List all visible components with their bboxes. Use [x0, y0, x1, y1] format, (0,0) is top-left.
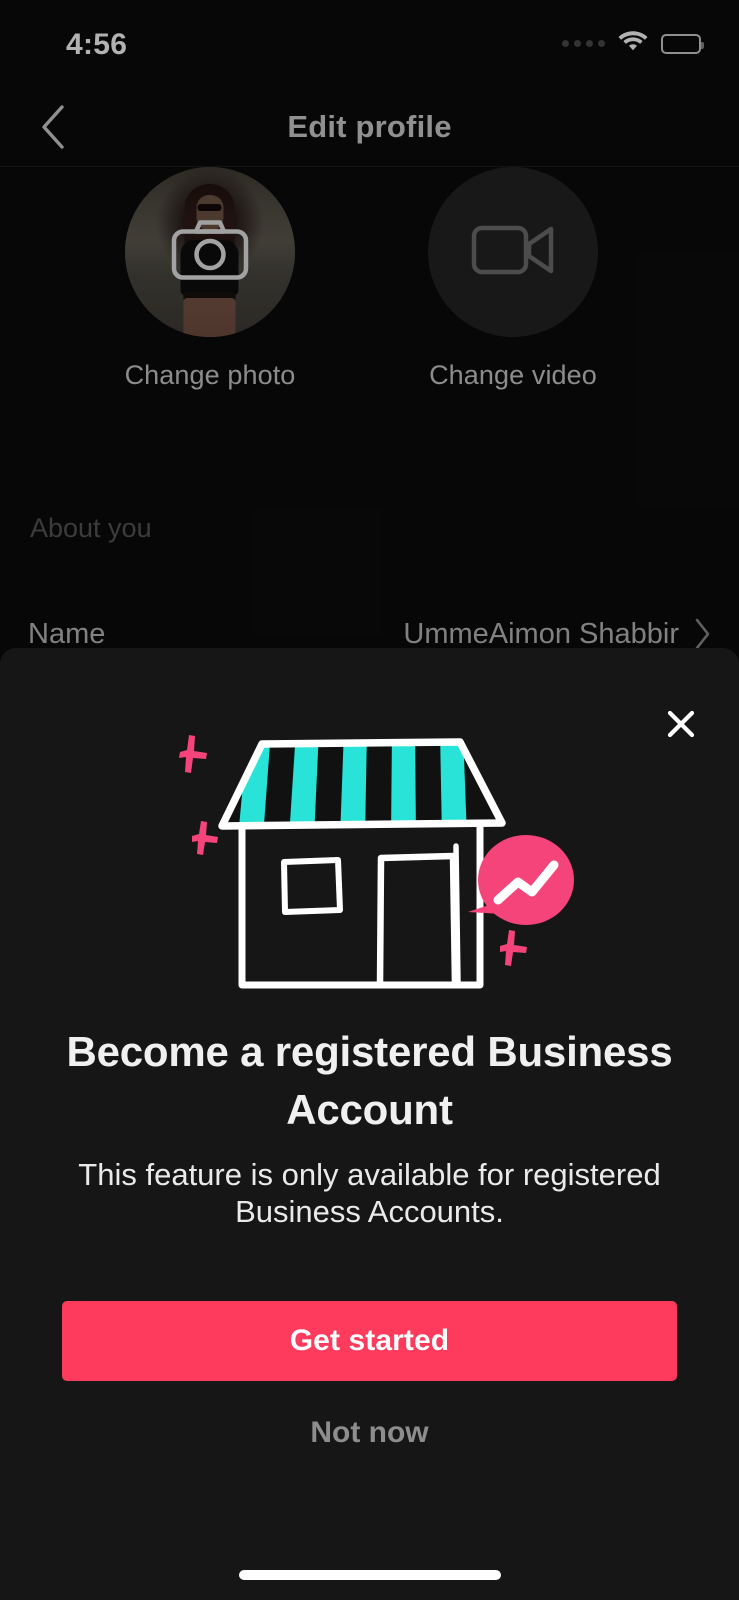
phone-screen: 4:56 Edit profile Change photo Change vi…: [0, 0, 739, 1600]
get-started-button[interactable]: Get started: [62, 1301, 677, 1381]
awning: [217, 738, 506, 830]
close-x-icon: [667, 710, 695, 738]
trending-up-bubble-icon: [467, 835, 574, 925]
close-button[interactable]: [653, 696, 709, 752]
storefront-illustration: [150, 710, 590, 990]
modal-title: Become a registered Business Account: [66, 1028, 673, 1133]
not-now-button[interactable]: Not now: [62, 1403, 677, 1463]
business-account-modal: Become a registered Business Account Thi…: [0, 648, 739, 1600]
modal-body-text: This feature is only available for regis…: [78, 1157, 661, 1229]
home-indicator[interactable]: [238, 1570, 501, 1580]
